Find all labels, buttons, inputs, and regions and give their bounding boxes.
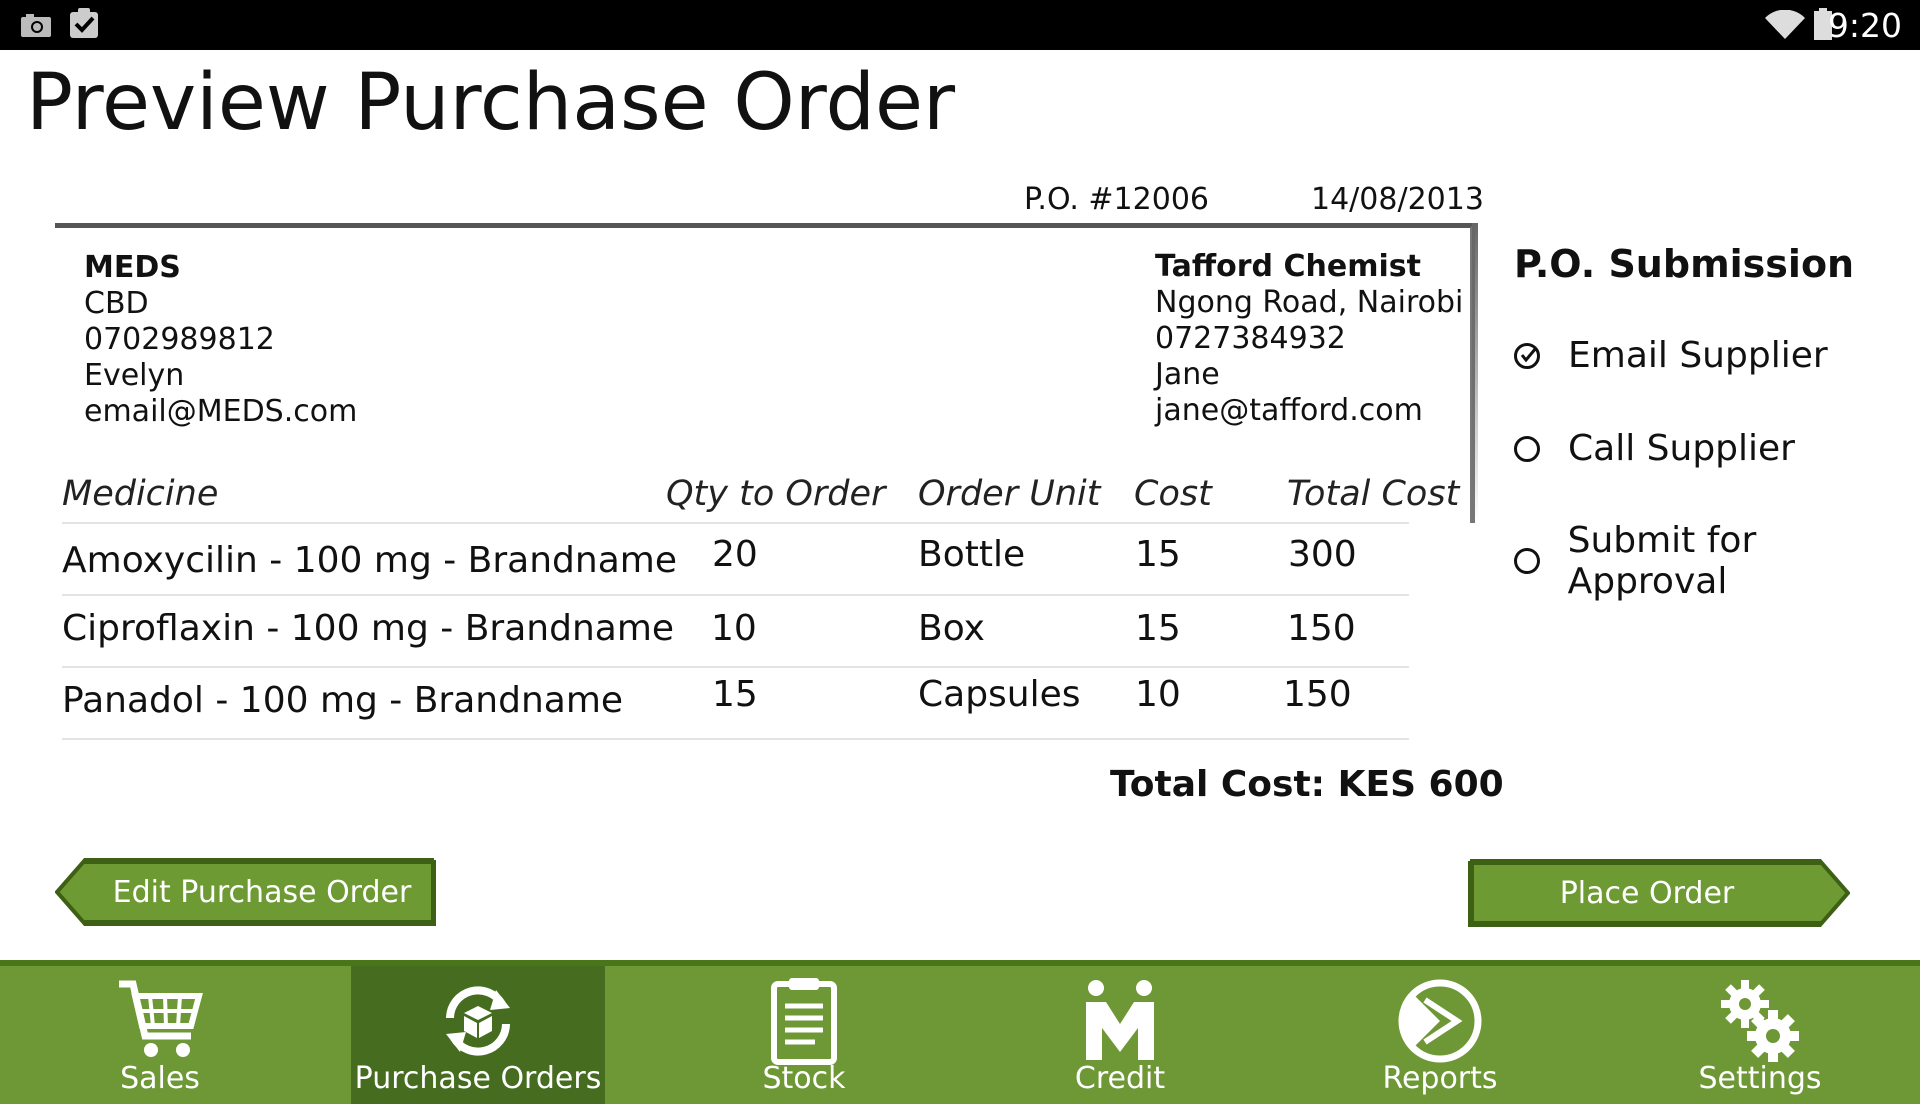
option-submit-for-approval[interactable]: Submit for Approval <box>1514 520 1920 602</box>
cell-medicine: Amoxycilin - 100 mg - Brandname <box>62 540 677 581</box>
cell-qty: 15 <box>712 674 758 715</box>
cell-unit: Bottle <box>918 534 1026 575</box>
nav-item-purchase-orders[interactable]: Purchase Orders <box>351 966 605 1104</box>
buyer-address: MEDS CBD 0702989812 Evelyn email@MEDS.co… <box>84 250 357 430</box>
column-header-unit: Order Unit <box>918 474 1101 514</box>
page-title: Preview Purchase Order <box>26 58 956 148</box>
cell-cost: 15 <box>1135 534 1181 575</box>
column-header-cost: Cost <box>1134 474 1212 514</box>
buyer-contact: Evelyn <box>84 358 185 393</box>
cell-total: 150 <box>1287 608 1356 649</box>
submission-title: P.O. Submission <box>1514 242 1855 286</box>
radio-icon[interactable] <box>1514 435 1540 462</box>
checked-radio-icon[interactable] <box>1514 342 1540 369</box>
nav-item-reports[interactable]: Reports <box>1310 966 1570 1104</box>
cell-medicine: Panadol - 100 mg - Brandname <box>62 680 624 721</box>
clipboard-icon <box>771 978 837 1065</box>
option-label: Submit for Approval <box>1567 520 1757 602</box>
po-date: 14/08/2013 <box>1311 182 1484 217</box>
gears-icon <box>1721 980 1799 1062</box>
supplier-contact: Jane <box>1155 357 1220 392</box>
card-edge-shadow <box>1472 223 1478 523</box>
supplier-location: Ngong Road, Nairobi <box>1155 285 1464 320</box>
cell-unit: Capsules <box>918 674 1081 715</box>
total-cost: Total Cost: KES 600 <box>1110 764 1504 805</box>
nav-item-sales[interactable]: Sales <box>0 966 320 1104</box>
cell-cost: 10 <box>1135 674 1181 715</box>
po-number: P.O. #12006 <box>1024 182 1209 217</box>
bottom-nav: Sales Purchase Orders Stock Credit Repor… <box>0 960 1920 1104</box>
option-label: Call Supplier <box>1568 428 1795 469</box>
cell-unit: Box <box>918 608 985 649</box>
option-call-supplier[interactable]: Call Supplier <box>1514 428 1795 469</box>
buyer-phone: 0702989812 <box>84 322 275 357</box>
nav-label: Purchase Orders <box>354 1061 602 1096</box>
cell-qty: 20 <box>712 534 758 575</box>
column-header-qty: Qty to Order <box>666 474 886 514</box>
buyer-name: MEDS <box>84 250 181 285</box>
cell-cost: 15 <box>1135 608 1181 649</box>
edit-purchase-order-button[interactable]: Edit Purchase Order <box>57 860 435 924</box>
wifi-icon <box>1765 10 1805 39</box>
nav-label: Sales <box>120 1061 200 1096</box>
option-label: Email Supplier <box>1568 335 1828 376</box>
radio-icon[interactable] <box>1514 548 1540 574</box>
place-order-button[interactable]: Place Order <box>1470 861 1848 925</box>
cart-icon <box>119 980 203 1057</box>
nav-item-stock[interactable]: Stock <box>680 966 928 1104</box>
clock: 9:20 <box>1827 6 1902 45</box>
nav-label: Stock <box>762 1061 846 1096</box>
buyer-email: email@MEDS.com <box>84 394 358 429</box>
supplier-email: jane@tafford.com <box>1155 393 1423 428</box>
purchase-orders-icon <box>446 986 510 1056</box>
supplier-name: Tafford Chemist <box>1155 249 1421 284</box>
nav-label: Settings <box>1698 1061 1822 1096</box>
clipboard-check-icon <box>70 8 98 38</box>
pie-chart-icon <box>1398 979 1482 1063</box>
handshake-icon <box>1086 980 1154 1060</box>
table-row: Amoxycilin - 100 mg - Brandname 20 Bottl… <box>62 524 1409 596</box>
supplier-phone: 0727384932 <box>1155 321 1346 356</box>
cell-total: 150 <box>1283 674 1352 715</box>
column-header-medicine: Medicine <box>62 474 219 514</box>
status-bar: 9:20 <box>0 0 1920 50</box>
column-header-total-cost: Total Cost <box>1287 474 1460 514</box>
nav-label: Reports <box>1382 1061 1498 1096</box>
option-email-supplier[interactable]: Email Supplier <box>1514 335 1828 376</box>
cell-qty: 10 <box>711 608 757 649</box>
supplier-address: Tafford Chemist Ngong Road, Nairobi 0727… <box>1155 249 1463 429</box>
table-row: Ciproflaxin - 100 mg - Brandname 10 Box … <box>62 596 1409 668</box>
cell-medicine: Ciproflaxin - 100 mg - Brandname <box>62 608 675 649</box>
cell-total: 300 <box>1288 534 1357 575</box>
camera-icon <box>21 14 51 37</box>
table-row: Panadol - 100 mg - Brandname 15 Capsules… <box>62 668 1409 740</box>
nav-item-settings[interactable]: Settings <box>1630 966 1890 1104</box>
nav-label: Credit <box>1074 1061 1166 1096</box>
buyer-location: CBD <box>84 286 149 321</box>
nav-item-credit[interactable]: Credit <box>990 966 1250 1104</box>
